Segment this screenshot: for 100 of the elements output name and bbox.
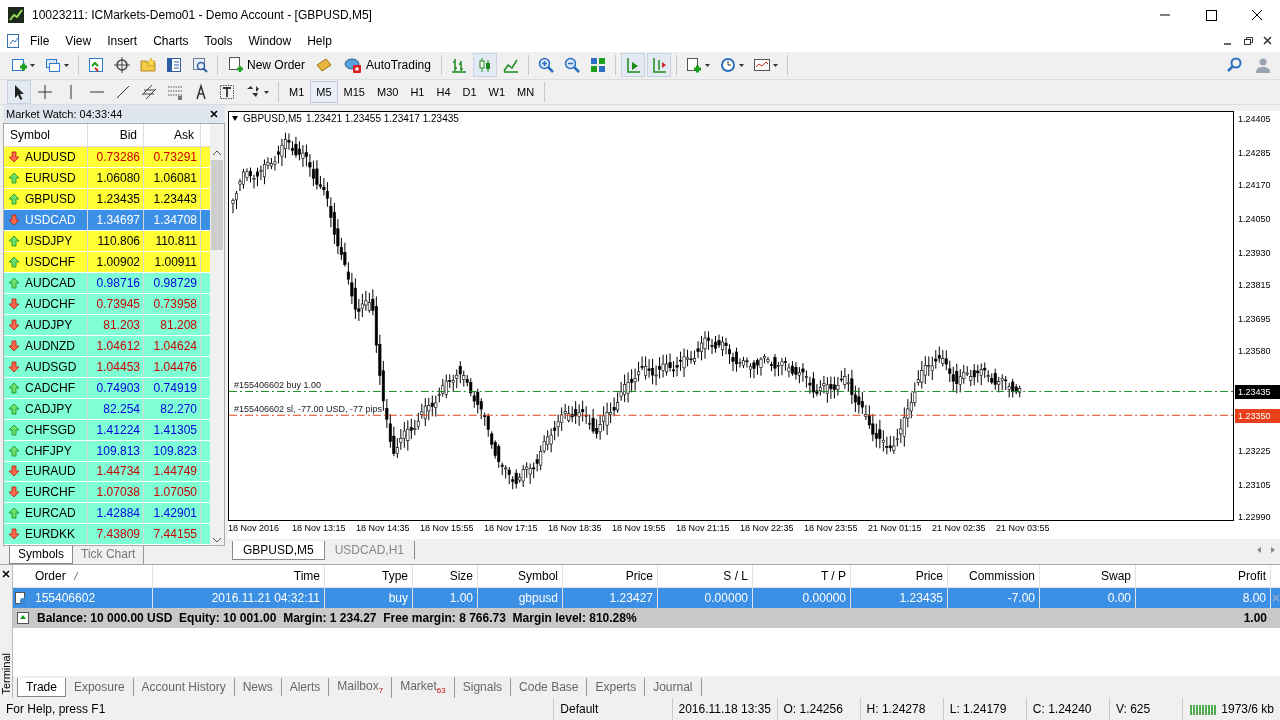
- menu-item[interactable]: Help: [299, 31, 340, 50]
- menu-item[interactable]: Charts: [145, 31, 197, 50]
- column-header[interactable]: Price: [563, 565, 658, 588]
- symbol-row[interactable]: AUDCAD 0.98716 0.98729: [4, 272, 210, 294]
- symbol-name: AUDCAD: [25, 275, 76, 290]
- ask-price: 1.44749: [144, 461, 201, 482]
- terminal-tab[interactable]: Exposure: [65, 678, 134, 697]
- symbol-row[interactable]: CADJPY 82.254 82.270: [4, 398, 210, 420]
- symbol-name: USDCHF: [25, 254, 75, 269]
- price-label: 1.24285: [1238, 147, 1271, 161]
- panel-tab[interactable]: Symbols: [9, 546, 73, 565]
- symbol-row[interactable]: USDJPY 110.806 110.811: [4, 231, 210, 252]
- autotrading-button[interactable]: AutoTrading: [338, 53, 436, 78]
- price-label: 1.23580: [1238, 345, 1271, 359]
- column-header[interactable]: Price: [851, 565, 948, 588]
- terminal-tab[interactable]: Signals: [454, 678, 512, 697]
- symbol-name: CHFJPY: [25, 443, 72, 458]
- terminal-tab[interactable]: Market$_{63}$: [392, 677, 455, 698]
- column-header[interactable]: Symbol: [478, 565, 563, 588]
- symbol-row[interactable]: GBPUSD 1.23435 1.23443: [4, 189, 210, 211]
- menu-item[interactable]: Window: [240, 31, 300, 50]
- timeframe-button[interactable]: M5: [310, 81, 338, 104]
- terminal-tab[interactable]: News: [234, 678, 282, 697]
- symbol-name: EURCHF: [25, 485, 75, 500]
- terminal-tab[interactable]: Alerts: [281, 678, 330, 697]
- timeframe-button[interactable]: H4: [430, 81, 457, 104]
- bid-price: 0.98716: [88, 272, 144, 293]
- terminal-label: Terminal: [0, 652, 12, 695]
- chart-area[interactable]: GBPUSD,M5 1.23421 1.23455 1.23417 1.23435 #155406602 buy 1.00 #155406602 sl, -77.00 USD, -77 pips: [228, 111, 1234, 522]
- column-header[interactable]: Commission: [948, 565, 1040, 588]
- terminal-tab[interactable]: Journal: [645, 678, 702, 697]
- ask-price: 1.00911: [144, 252, 201, 272]
- timeframe-button[interactable]: MN: [511, 81, 541, 104]
- column-header[interactable]: Symbol: [4, 124, 88, 147]
- chart-ohlc: 1.23421 1.23455 1.23417 1.23435: [305, 113, 459, 125]
- symbol-row[interactable]: AUDNZD 1.04612 1.04624: [4, 335, 210, 357]
- column-header[interactable]: Time: [153, 565, 325, 588]
- symbol-name: EURCAD: [25, 506, 76, 521]
- price-label: 1.24405: [1238, 113, 1271, 127]
- symbol-row[interactable]: AUDCHF 0.73945 0.73958: [4, 293, 210, 315]
- column-header[interactable]: Bid: [88, 124, 144, 147]
- symbol-row[interactable]: CHFSGD 1.41224 1.41305: [4, 419, 210, 441]
- column-header[interactable]: S / L: [658, 565, 753, 588]
- column-header[interactable]: Profit: [1136, 565, 1271, 588]
- timeframe-button[interactable]: H1: [404, 81, 431, 104]
- menu-item[interactable]: Tools: [196, 31, 241, 50]
- status-field: C: 1.24240: [1025, 698, 1109, 720]
- terminal-tab[interactable]: Code Base: [511, 678, 588, 697]
- bid-price: 1.42884: [88, 503, 144, 524]
- timeframe-button[interactable]: M15: [337, 81, 371, 104]
- menu-item[interactable]: Insert: [99, 31, 146, 50]
- column-header[interactable]: Ask: [144, 124, 201, 147]
- terminal-tab[interactable]: Experts: [587, 678, 646, 697]
- column-header[interactable]: Size: [413, 565, 478, 588]
- symbol-name: AUDUSD: [25, 150, 76, 165]
- timeframe-button[interactable]: W1: [482, 81, 512, 104]
- price-label: 1.24050: [1238, 213, 1271, 227]
- panel-tab[interactable]: Tick Chart: [73, 546, 145, 565]
- bid-price: 1.04612: [88, 335, 144, 356]
- timeframe-button[interactable]: D1: [456, 81, 483, 104]
- price-label: 1.23225: [1238, 445, 1271, 459]
- status-field: O: 1.24256: [776, 698, 860, 720]
- symbol-row[interactable]: EURDKK 7.43809 7.44155: [4, 524, 210, 546]
- symbol-name: USDCAD: [25, 213, 76, 228]
- symbol-row[interactable]: EURCHF 1.07038 1.07050: [4, 482, 210, 504]
- new-order-button[interactable]: New Order: [223, 53, 310, 78]
- time-label: 18 Nov 19:55: [612, 522, 667, 536]
- menu-item[interactable]: File: [22, 31, 58, 50]
- menu-item[interactable]: View: [57, 31, 100, 50]
- symbol-row[interactable]: AUDJPY 81.203 81.208: [4, 314, 210, 336]
- terminal-tab[interactable]: Account History: [133, 678, 235, 697]
- balance-summary: Balance: 10 000.00 USD Equity: 10 001.00 Margin: 1 234.27 Free margin: 8 766.73 Margin level: 810.28%: [37, 611, 637, 626]
- chart-tab[interactable]: GBPUSD,M5: [232, 540, 325, 560]
- price-label: 1.23695: [1238, 313, 1271, 326]
- symbol-row[interactable]: AUDUSD 0.73286 0.73291: [4, 147, 210, 169]
- symbol-row[interactable]: AUDSGD 1.04453 1.04476: [4, 356, 210, 378]
- ask-price: 1.41305: [144, 419, 201, 440]
- timeframe-button[interactable]: M30: [370, 81, 405, 104]
- column-header[interactable]: T / P: [753, 565, 851, 588]
- status-text: For Help, press F1: [5, 701, 107, 719]
- bid-price: 1.23435: [88, 189, 144, 210]
- bid-price: 1.41224: [88, 419, 144, 440]
- symbol-row[interactable]: EURUSD 1.06080 1.06081: [4, 168, 210, 190]
- time-label: 21 Nov 01:15: [868, 522, 923, 536]
- time-label: 18 Nov 2016: [228, 522, 281, 536]
- bid-price: 0.74903: [88, 377, 144, 398]
- terminal-tab[interactable]: Mailbox$_{7}$: [329, 677, 393, 698]
- symbol-name: AUDSGD: [25, 359, 77, 374]
- symbol-row[interactable]: USDCHF 1.00902 1.00911: [4, 252, 210, 273]
- symbol-row[interactable]: CADCHF 0.74903 0.74919: [4, 377, 210, 399]
- symbol-name: AUDCHF: [25, 296, 75, 311]
- timeframe-button[interactable]: M1: [283, 81, 311, 104]
- column-header[interactable]: Type: [325, 565, 413, 588]
- bid-price: 109.813: [88, 440, 144, 461]
- symbol-row[interactable]: EURCAD 1.42884 1.42901: [4, 503, 210, 525]
- symbol-row[interactable]: CHFJPY 109.813 109.823: [4, 440, 210, 462]
- column-header[interactable]: Order: [31, 565, 153, 588]
- symbol-row[interactable]: EURAUD 1.44734 1.44749: [4, 461, 210, 483]
- terminal-tab[interactable]: Trade: [17, 677, 66, 697]
- column-header[interactable]: Swap: [1040, 565, 1136, 588]
